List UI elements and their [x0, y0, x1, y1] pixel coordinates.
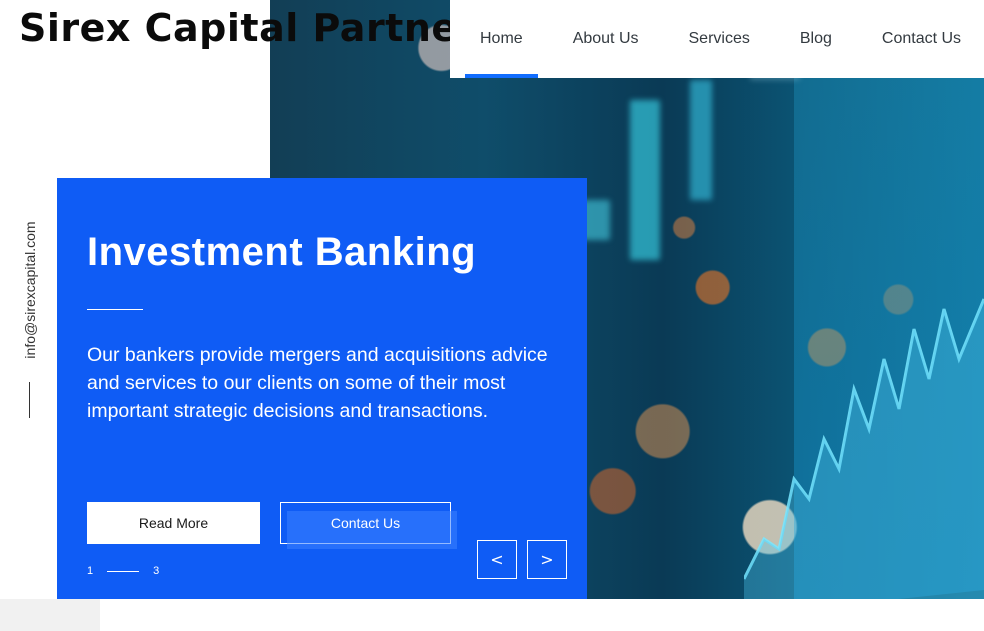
button-label: Contact Us [330, 515, 401, 531]
nav-item-label: Blog [799, 30, 832, 47]
hero-title: Investment Banking [87, 230, 477, 274]
nav-item-services[interactable]: Services [689, 0, 750, 78]
active-nav-underline [465, 74, 538, 78]
nav-item-blog[interactable]: Blog [800, 0, 832, 78]
chevron-left-icon[interactable]: < [477, 540, 517, 579]
pager-progress-bar [107, 570, 140, 572]
nav-item-label: About Us [572, 30, 639, 47]
nav-item-contact-us[interactable]: Contact Us [882, 0, 961, 78]
contact-us-button[interactable]: Contact Us [280, 502, 457, 549]
brand-logo-text[interactable]: Sirex Capital Partners [19, 6, 500, 50]
next-arrow-glyph: > [540, 550, 554, 569]
slide-pager: 1 3 [87, 564, 159, 578]
nav-item-label: Home [480, 30, 523, 47]
main-navigation: Home About Us Services Blog Contact Us [450, 0, 984, 78]
prev-arrow-glyph: < [490, 550, 504, 569]
pager-current: 1 [87, 565, 94, 577]
button-label: Read More [138, 515, 209, 531]
email-text: info@sirexcapital.com [22, 221, 38, 359]
side-email-link[interactable]: info@sirexcapital.com [16, 210, 44, 370]
nav-item-about-us[interactable]: About Us [573, 0, 639, 78]
footer-corner-block [0, 599, 100, 631]
hero-card: Investment Banking Our bankers provide m… [57, 178, 587, 599]
stock-chart-graphic [744, 298, 984, 599]
pager-total: 3 [153, 565, 160, 577]
nav-item-home[interactable]: Home [465, 0, 538, 78]
read-more-button[interactable]: Read More [87, 502, 260, 544]
light-glow [630, 100, 660, 260]
title-divider [87, 309, 143, 310]
nav-item-label: Contact Us [881, 30, 962, 47]
chevron-right-icon[interactable]: > [527, 540, 567, 579]
side-divider [29, 382, 30, 418]
nav-item-label: Services [688, 30, 750, 47]
light-glow [690, 80, 712, 200]
hero-description: Our bankers provide mergers and acquisit… [87, 344, 548, 422]
